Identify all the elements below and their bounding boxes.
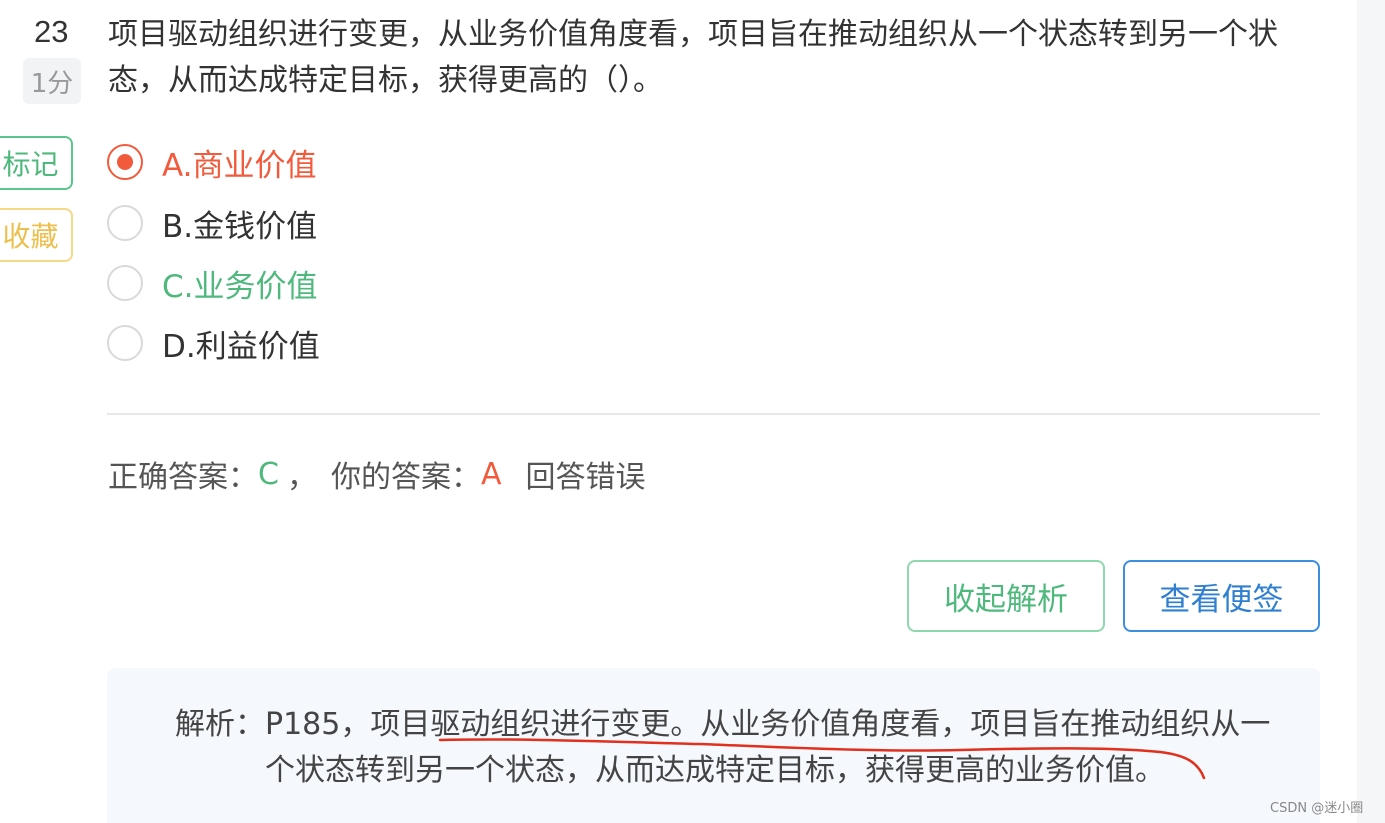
favorite-button[interactable]: 收藏	[0, 208, 73, 262]
option-label: B.金钱价值	[162, 208, 318, 245]
answer-verdict: 回答错误	[525, 460, 646, 495]
question-stem: 项目驱动组织进行变更，从业务价值角度看，项目旨在推动组织从一个状态转到另一个状态…	[108, 17, 1278, 98]
question-number: 23	[34, 14, 69, 49]
option-label: D.利益价值	[162, 328, 320, 365]
radio-icon[interactable]	[107, 325, 143, 361]
collapse-analysis-button[interactable]: 收起解析	[907, 560, 1105, 632]
correct-answer-value: C	[258, 456, 279, 492]
your-answer-value: A	[480, 456, 502, 492]
option-d[interactable]: D.利益价值	[107, 315, 320, 371]
option-label: A.商业价值	[162, 147, 317, 184]
correct-answer-label: 正确答案：	[108, 460, 258, 495]
option-c[interactable]: C.业务价值	[107, 255, 318, 311]
radio-icon[interactable]	[107, 265, 143, 301]
mark-button[interactable]: 标记	[0, 136, 73, 190]
radio-icon[interactable]	[107, 205, 143, 241]
your-answer-label: 你的答案：	[330, 460, 481, 495]
watermark: CSDN @迷小圈	[1270, 801, 1364, 816]
answer-result: 正确答案： C ， 你的答案： A 回答错误	[108, 452, 645, 496]
option-label: C.业务价值	[162, 268, 318, 305]
scrollbar-track[interactable]	[1357, 0, 1385, 823]
question-score-badge: 1分	[23, 58, 81, 104]
divider	[107, 413, 1320, 415]
view-notes-button[interactable]: 查看便签	[1123, 560, 1320, 632]
radio-selected-icon[interactable]	[107, 144, 143, 180]
option-b[interactable]: B.金钱价值	[107, 195, 317, 251]
result-separator: ，	[286, 460, 317, 495]
analysis-panel: 解析：P185，项目驱动组织进行变更。从业务价值角度看，项目旨在推动组织从一个状…	[107, 668, 1320, 823]
analysis-text: 解析：P185，项目驱动组织进行变更。从业务价值角度看，项目旨在推动组织从一个状…	[175, 707, 1271, 788]
option-a[interactable]: A.商业价值	[107, 134, 317, 190]
